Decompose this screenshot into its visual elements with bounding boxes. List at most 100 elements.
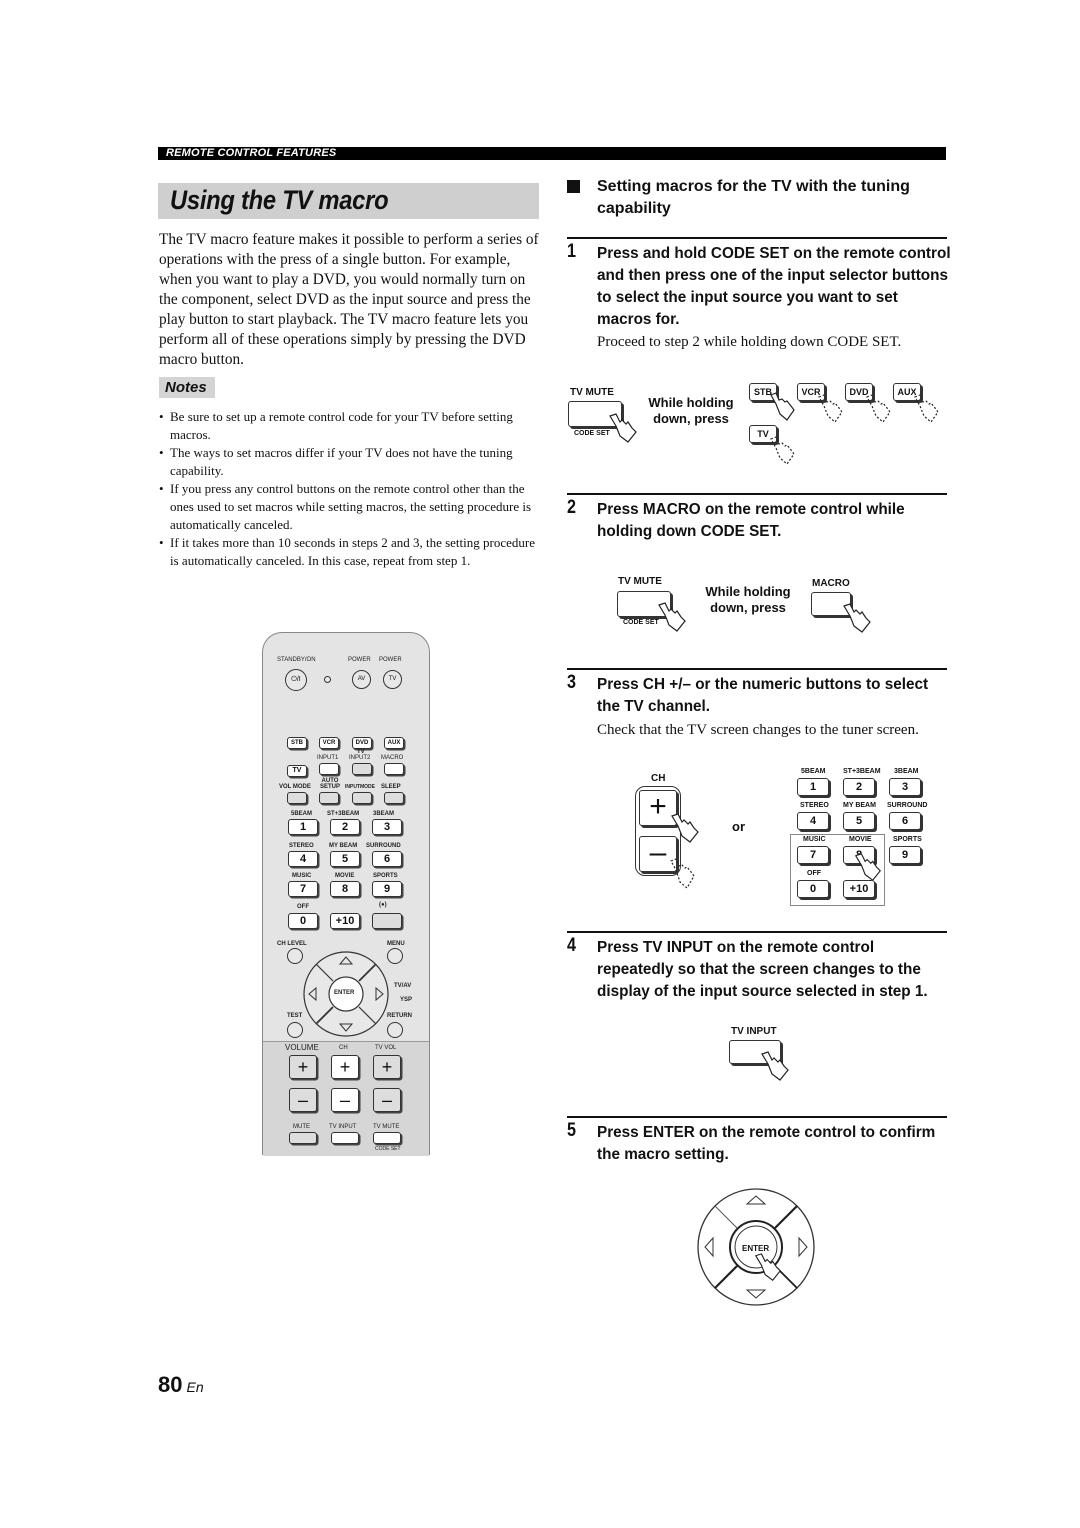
aux-button[interactable]: AUX bbox=[384, 737, 404, 749]
page-title: Using the TV macro bbox=[170, 185, 389, 215]
auto-setup-button[interactable] bbox=[319, 792, 339, 804]
num-label: ST+3BEAM bbox=[327, 811, 360, 817]
num-button-6[interactable]: 6 bbox=[372, 851, 402, 867]
rec-label: (●) bbox=[379, 902, 387, 908]
power-av-button[interactable]: AV bbox=[352, 670, 371, 689]
mute-label: MUTE bbox=[293, 1124, 310, 1130]
hand-pointer-icon bbox=[843, 603, 871, 633]
macro-button[interactable] bbox=[384, 763, 404, 775]
num-label: 5BEAM bbox=[801, 768, 826, 775]
ch-down-button[interactable]: – bbox=[331, 1088, 359, 1112]
return-button[interactable] bbox=[387, 1022, 403, 1038]
power-tv-button[interactable]: TV bbox=[383, 670, 402, 689]
num-button-5[interactable]: 5 bbox=[330, 851, 360, 867]
input2-button[interactable] bbox=[352, 763, 372, 775]
indicator-led bbox=[324, 676, 331, 683]
tv-button[interactable]: TV bbox=[287, 765, 307, 777]
off-label: OFF bbox=[807, 870, 821, 877]
step-number: 1 bbox=[567, 241, 576, 262]
ch-label: CH bbox=[339, 1045, 348, 1051]
num-button-0: 0 bbox=[797, 880, 829, 898]
notes-label: Notes bbox=[159, 377, 215, 398]
macro-label: MACRO bbox=[381, 755, 404, 761]
num-button-3[interactable]: 3 bbox=[372, 819, 402, 835]
sleep-label: SLEEP bbox=[381, 784, 401, 790]
ch-up-button[interactable]: + bbox=[331, 1055, 359, 1079]
stb-button[interactable]: STB bbox=[287, 737, 307, 749]
step-number: 4 bbox=[567, 935, 576, 956]
vol-mode-button[interactable] bbox=[287, 792, 307, 804]
num-label: MOVIE bbox=[335, 873, 355, 879]
mute-button[interactable] bbox=[289, 1132, 317, 1144]
test-label: TEST bbox=[287, 1013, 303, 1019]
num-button-1: 1 bbox=[797, 778, 829, 796]
num-label: 5BEAM bbox=[291, 811, 313, 817]
title-box: Using the TV macro bbox=[158, 183, 539, 219]
power-tv-label: POWER bbox=[379, 657, 402, 663]
step-instruction: Press MACRO on the remote control while … bbox=[597, 501, 905, 540]
volume-down-button[interactable]: – bbox=[289, 1088, 317, 1112]
num-label: STEREO bbox=[800, 802, 829, 809]
num-button-1[interactable]: 1 bbox=[288, 819, 318, 835]
num-label: SPORTS bbox=[893, 836, 922, 843]
num-label: SURROUND bbox=[366, 843, 401, 849]
code-set-label: CODE SET bbox=[574, 430, 610, 437]
hand-pointer-icon bbox=[609, 413, 637, 443]
enter-label: ENTER bbox=[334, 990, 355, 996]
tv-mute-button[interactable] bbox=[373, 1132, 401, 1144]
note-item: The ways to set macros differ if your TV… bbox=[159, 444, 544, 480]
note-item: If it takes more than 10 seconds in step… bbox=[159, 534, 544, 570]
volume-up-button[interactable]: + bbox=[289, 1055, 317, 1079]
auto-setup-label: AUTO SETUP bbox=[319, 778, 340, 790]
note-item: If you press any control buttons on the … bbox=[159, 480, 544, 534]
test-button[interactable] bbox=[287, 1022, 303, 1038]
num-button-7[interactable]: 7 bbox=[288, 881, 318, 897]
tv-input-button[interactable] bbox=[331, 1132, 359, 1144]
tv-mute-label: TV MUTE bbox=[373, 1124, 400, 1130]
step-divider bbox=[567, 668, 947, 670]
inputmode-label: INPUTMODE bbox=[345, 784, 375, 790]
note-item: Be sure to set up a remote control code … bbox=[159, 408, 544, 444]
num-label: 3BEAM bbox=[373, 811, 395, 817]
rec-button[interactable] bbox=[372, 913, 402, 929]
plus10-button[interactable]: +10 bbox=[330, 913, 360, 929]
sleep-button[interactable] bbox=[384, 792, 404, 804]
num-label: STEREO bbox=[289, 843, 314, 849]
num-label: SPORTS bbox=[373, 873, 398, 879]
dvd-button[interactable]: DVD bbox=[352, 737, 372, 749]
page-language: En bbox=[186, 1379, 204, 1395]
step-instruction: Press CH +/– or the numeric buttons to s… bbox=[597, 676, 929, 715]
hand-pointer-dotted-icon bbox=[818, 394, 843, 423]
input1-button[interactable] bbox=[319, 763, 339, 775]
num-label: MY BEAM bbox=[329, 843, 358, 849]
standby-button[interactable]: ⏻/I bbox=[285, 669, 307, 691]
num-label: MY BEAM bbox=[843, 802, 876, 809]
standby-label: STANDBY/ON bbox=[277, 657, 316, 663]
power-av-label: POWER bbox=[348, 657, 371, 663]
tv-vol-label: TV VOL bbox=[375, 1045, 397, 1051]
plus10-button: +10 bbox=[843, 880, 875, 898]
num-button-0[interactable]: 0 bbox=[288, 913, 318, 929]
heading-square-icon bbox=[567, 180, 580, 193]
num-button-8[interactable]: 8 bbox=[330, 881, 360, 897]
hand-pointer-dotted-icon bbox=[770, 436, 795, 465]
step-number: 5 bbox=[567, 1120, 576, 1141]
num-button-4[interactable]: 4 bbox=[288, 851, 318, 867]
hand-pointer-icon bbox=[658, 602, 686, 632]
inputmode-button[interactable] bbox=[352, 792, 372, 804]
tv-vol-down-button[interactable]: – bbox=[373, 1088, 401, 1112]
num-button-2[interactable]: 2 bbox=[330, 819, 360, 835]
vcr-button[interactable]: VCR bbox=[319, 737, 339, 749]
intro-paragraph: The TV macro feature makes it possible t… bbox=[159, 231, 539, 368]
ch-level-label: CH LEVEL bbox=[277, 941, 307, 947]
num-button-2: 2 bbox=[843, 778, 875, 796]
step-note: Check that the TV screen changes to the … bbox=[597, 722, 919, 738]
off-label: OFF bbox=[297, 904, 309, 910]
step-instruction: Press and hold CODE SET on the remote co… bbox=[597, 245, 951, 328]
num-button-9[interactable]: 9 bbox=[372, 881, 402, 897]
hand-pointer-icon bbox=[770, 392, 795, 421]
tv-mute-label: TV MUTE bbox=[618, 576, 662, 587]
or-text: or bbox=[732, 819, 745, 834]
step-divider bbox=[567, 931, 947, 933]
tv-vol-up-button[interactable]: + bbox=[373, 1055, 401, 1079]
